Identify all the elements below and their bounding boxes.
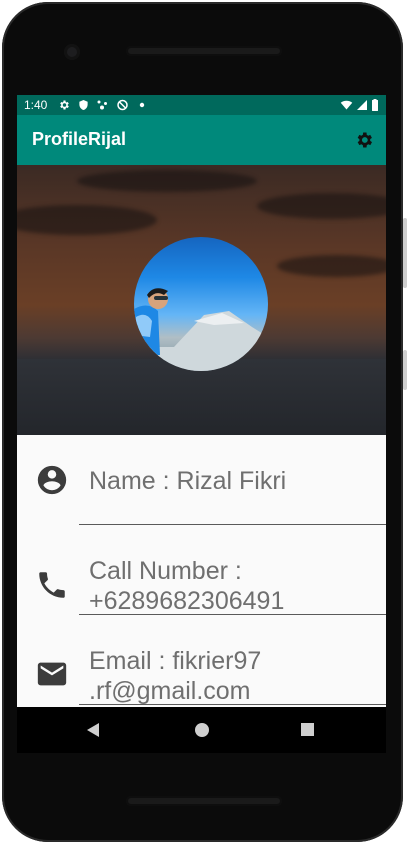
app-screen: 1:40 ProfileRijal Name: Rizal Fikri Cal…	[17, 95, 386, 707]
battery-icon	[372, 99, 378, 111]
email-text-line1: Email : fikrier97	[89, 647, 262, 675]
cloud-shape	[277, 255, 386, 277]
bottom-speaker	[126, 796, 282, 806]
account-circle-icon	[37, 465, 67, 495]
dot-icon	[139, 102, 145, 108]
front-camera	[64, 44, 80, 60]
name-text: Name : Rizal Fikri	[89, 467, 287, 495]
vpn-key-icon	[117, 99, 128, 111]
cloud-shape	[17, 205, 157, 235]
wifi-icon	[340, 100, 353, 110]
email-underline	[79, 704, 386, 705]
profile-avatar	[134, 237, 268, 371]
status-time: 1:40	[24, 98, 48, 112]
settings-icon[interactable]	[354, 130, 374, 150]
app-bar: ProfileRijal	[17, 115, 386, 165]
phone-underline	[79, 614, 386, 615]
navigation-bar	[17, 707, 386, 753]
shield-icon	[79, 99, 88, 111]
name-underline	[79, 524, 386, 525]
phone-text-line1: Call Number :	[89, 557, 242, 585]
app-title: ProfileRijal	[32, 129, 127, 149]
data-saver-icon	[97, 100, 107, 110]
power-button	[403, 350, 407, 390]
header-background-image	[17, 165, 386, 435]
avatar-photo	[134, 288, 268, 371]
settings-icon	[60, 100, 69, 110]
back-icon[interactable]	[87, 723, 99, 737]
phone-icon	[39, 572, 65, 598]
volume-button	[403, 218, 407, 288]
recents-icon[interactable]	[301, 723, 314, 736]
phone-text-line2: +6289682306491	[89, 587, 285, 615]
cloud-shape	[257, 193, 386, 219]
earpiece-speaker	[126, 46, 282, 56]
profile-info-section: Name : Rizal Fikri Call Number : +628968…	[17, 435, 386, 707]
cloud-shape	[77, 170, 257, 192]
email-icon	[37, 662, 67, 686]
home-icon[interactable]	[195, 723, 209, 737]
cellular-icon	[357, 100, 367, 110]
status-bar: 1:40	[17, 95, 386, 115]
email-text-line2: .rf@gmail.com	[89, 677, 251, 705]
